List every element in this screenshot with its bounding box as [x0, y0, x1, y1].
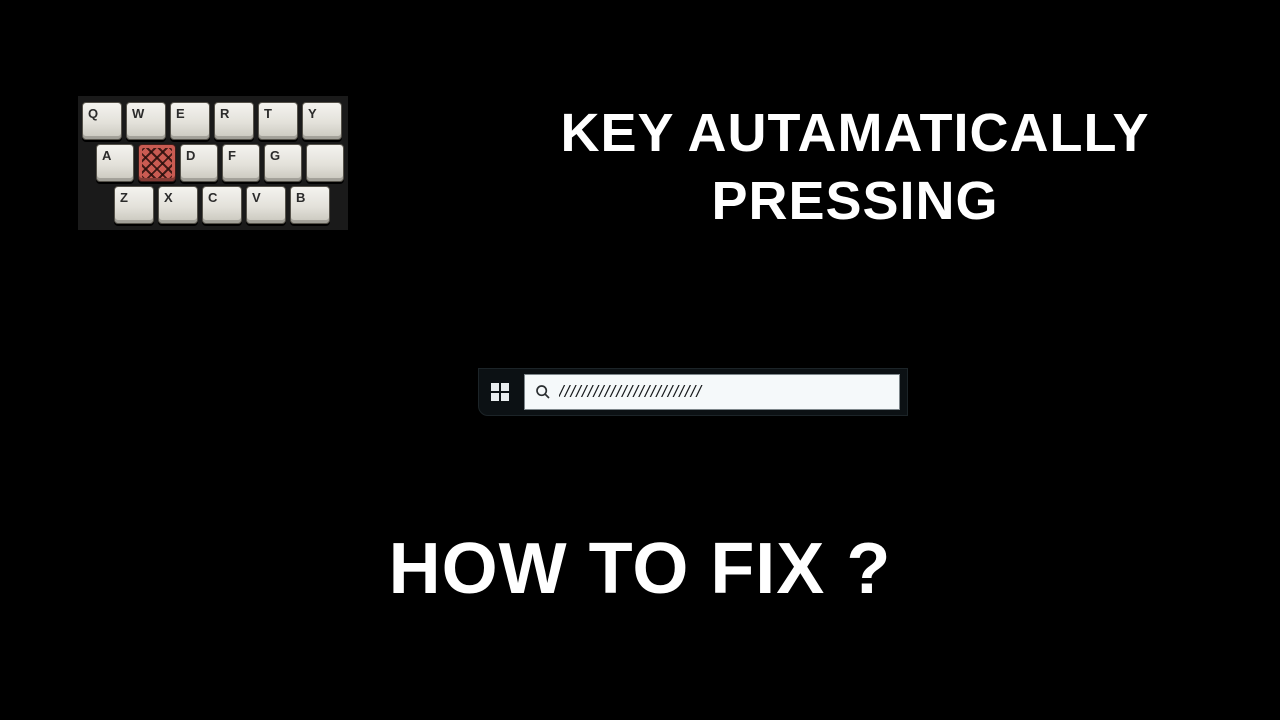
- title-line-2: PRESSING: [485, 168, 1225, 236]
- keyboard-key: Y: [302, 102, 342, 140]
- windows-logo-icon: [491, 383, 509, 401]
- keyboard-key: Z: [114, 186, 154, 224]
- start-button[interactable]: [486, 378, 514, 406]
- keyboard-row: QWERTY: [82, 102, 344, 140]
- keyboard-key: X: [158, 186, 198, 224]
- bottom-heading: HOW TO FIX ?: [0, 528, 1280, 610]
- keyboard-key: E: [170, 102, 210, 140]
- keyboard-key: F: [222, 144, 260, 182]
- keyboard-key: [306, 144, 344, 182]
- keyboard-key: D: [180, 144, 218, 182]
- keyboard-illustration: QWERTY A DFG ZXCVB: [78, 96, 348, 230]
- search-icon: [535, 384, 551, 400]
- keyboard-key: W: [126, 102, 166, 140]
- keyboard-key: B: [290, 186, 330, 224]
- keyboard-row: ZXCVB: [114, 186, 344, 224]
- keyboard-key: A: [96, 144, 134, 182]
- keyboard-row: A DFG: [96, 144, 344, 182]
- keyboard-key: V: [246, 186, 286, 224]
- search-input[interactable]: [559, 382, 889, 402]
- keyboard-key: C: [202, 186, 242, 224]
- search-box[interactable]: [524, 374, 900, 410]
- title-line-1: KEY AUTAMATICALLY: [485, 100, 1225, 168]
- taskbar: [478, 368, 908, 416]
- keyboard-key: R: [214, 102, 254, 140]
- keyboard-key-removed: [138, 144, 176, 182]
- keyboard-key: G: [264, 144, 302, 182]
- title-block: KEY AUTAMATICALLY PRESSING: [485, 100, 1225, 235]
- keyboard-key: Q: [82, 102, 122, 140]
- keyboard-key: T: [258, 102, 298, 140]
